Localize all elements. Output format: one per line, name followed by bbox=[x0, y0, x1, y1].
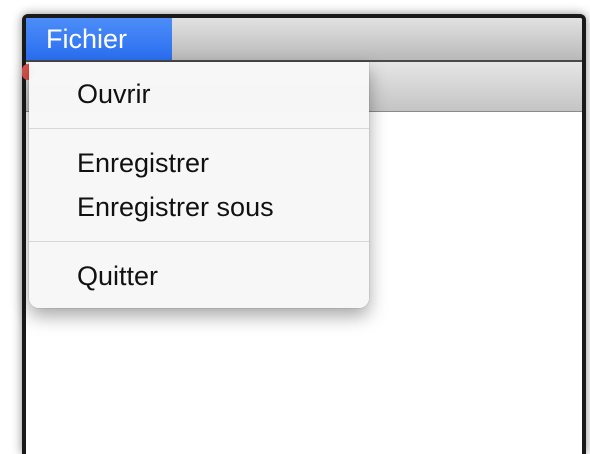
menu-item-ouvrir[interactable]: Ouvrir bbox=[29, 72, 369, 116]
menu-separator bbox=[29, 241, 369, 242]
fichier-dropdown-menu: Ouvrir Enregistrer Enregistrer sous Quit… bbox=[29, 62, 369, 308]
menu-item-enregistrer-sous[interactable]: Enregistrer sous bbox=[29, 185, 369, 229]
menu-item-enregistrer[interactable]: Enregistrer bbox=[29, 141, 369, 185]
menu-bar: Fichier bbox=[26, 18, 582, 62]
menu-fichier[interactable]: Fichier bbox=[26, 18, 172, 60]
menu-item-quitter[interactable]: Quitter bbox=[29, 254, 369, 298]
menu-separator bbox=[29, 128, 369, 129]
